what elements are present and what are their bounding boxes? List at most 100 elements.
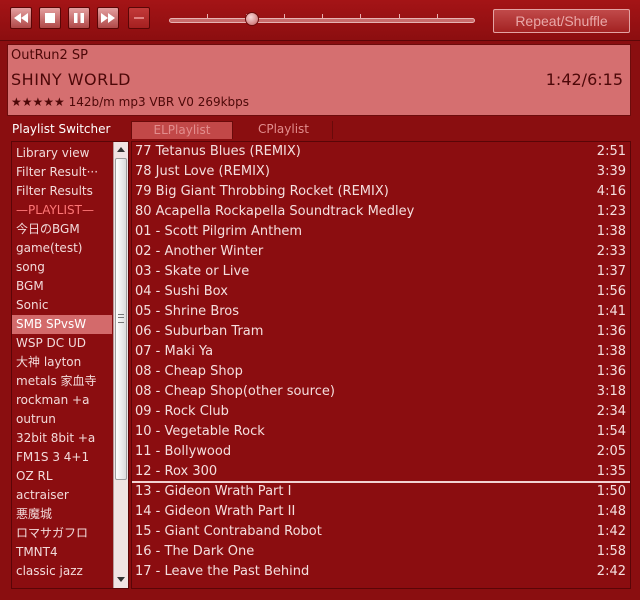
sidebar-item[interactable]: Filter Result··· [12, 163, 112, 182]
track-title: 09 - Rock Club [135, 404, 229, 419]
now-playing-time: 1:42/6:15 [545, 70, 623, 89]
track-row[interactable]: 11 - Bollywood 2:05 [132, 442, 630, 462]
sidebar-item[interactable]: WSP DC UD [12, 334, 112, 353]
track-row[interactable]: 14 - Gideon Wrath Part II 1:48 [132, 502, 630, 522]
sidebar-item[interactable]: song [12, 258, 112, 277]
track-title: 08 - Cheap Shop(other source) [135, 384, 335, 399]
pause-icon [74, 13, 84, 23]
track-row[interactable]: 08 - Cheap Shop 1:36 [132, 362, 630, 382]
track-title: 13 - Gideon Wrath Part I [135, 484, 292, 499]
track-duration: 1:36 [596, 324, 626, 339]
track-row[interactable]: 04 - Sushi Box 1:56 [132, 282, 630, 302]
track-duration: 1:35 [596, 464, 626, 479]
sidebar-item[interactable]: rockman +a [12, 391, 112, 410]
track-title: 79 Big Giant Throbbing Rocket (REMIX) [135, 184, 389, 199]
track-title: 12 - Rox 300 [135, 464, 218, 479]
scroll-down-icon[interactable] [116, 575, 126, 583]
sidebar-scrollbar[interactable] [113, 142, 128, 588]
track-duration: 1:36 [596, 364, 626, 379]
rewind-button[interactable] [10, 7, 32, 29]
record-icon [134, 17, 144, 19]
track-row[interactable]: 07 - Maki Ya 1:38 [132, 342, 630, 362]
track-title: 17 - Leave the Past Behind [135, 564, 310, 579]
sidebar-item[interactable]: ロマサガフロ [12, 524, 112, 543]
track-duration: 1:48 [596, 504, 626, 519]
sidebar-item[interactable]: SMB SPvsW [12, 315, 112, 334]
sidebar-item[interactable]: OZ RL [12, 467, 112, 486]
seek-bar[interactable] [169, 18, 475, 23]
track-title: 78 Just Love (REMIX) [135, 164, 270, 179]
stop-button[interactable] [39, 7, 61, 29]
track-title: 02 - Another Winter [135, 244, 264, 259]
track-row[interactable]: 80 Acapella Rockapella Soundtrack Medley… [132, 202, 630, 222]
track-title: 77 Tetanus Blues (REMIX) [135, 144, 301, 159]
sidebar-item[interactable]: classic jazz [12, 562, 112, 581]
sidebar-item[interactable]: 悪魔城 [12, 505, 112, 524]
track-duration: 2:42 [596, 564, 626, 579]
track-title: 03 - Skate or Live [135, 264, 250, 279]
scroll-up-icon[interactable] [116, 146, 126, 154]
track-row[interactable]: 10 - Vegetable Rock 1:54 [132, 422, 630, 442]
track-duration: 1:37 [596, 264, 626, 279]
track-row[interactable]: 08 - Cheap Shop(other source) 3:18 [132, 382, 630, 402]
record-button[interactable] [128, 7, 150, 29]
track-title: 08 - Cheap Shop [135, 364, 243, 379]
now-playing-info: ★★★★★ 142b/m mp3 VBR V0 269kbps [11, 95, 249, 109]
track-title: 07 - Maki Ya [135, 344, 214, 359]
grip-icon [118, 314, 124, 323]
track-row[interactable]: 16 - The Dark One 1:58 [132, 542, 630, 562]
track-row[interactable]: 77 Tetanus Blues (REMIX) 2:51 [132, 142, 630, 162]
track-duration: 1:42 [596, 524, 626, 539]
sidebar-item[interactable]: 大神 layton [12, 353, 112, 372]
track-duration: 4:16 [596, 184, 626, 199]
pause-button[interactable] [68, 7, 90, 29]
sidebar-item[interactable]: outrun [12, 410, 112, 429]
seek-thumb[interactable] [245, 12, 259, 26]
track-title: 80 Acapella Rockapella Soundtrack Medley [135, 204, 415, 219]
track-row[interactable]: 79 Big Giant Throbbing Rocket (REMIX) 4:1… [132, 182, 630, 202]
track-row[interactable]: 17 - Leave the Past Behind 2:42 [132, 562, 630, 582]
track-title: 14 - Gideon Wrath Part II [135, 504, 296, 519]
sidebar-scroll-thumb[interactable] [115, 158, 127, 480]
now-playing-title: SHINY WORLD [11, 70, 131, 89]
playlist-view: 77 Tetanus Blues (REMIX) 2:51 78 Just Love… [131, 141, 631, 589]
repeat-shuffle-button[interactable]: Repeat/Shuffle [493, 9, 630, 33]
track-row[interactable]: 05 - Shrine Bros 1:41 [132, 302, 630, 322]
track-title: 11 - Bollywood [135, 444, 232, 459]
track-row[interactable]: 78 Just Love (REMIX) 3:39 [132, 162, 630, 182]
sidebar-item[interactable]: Library view [12, 144, 112, 163]
sidebar-item[interactable]: BGM [12, 277, 112, 296]
tab-cplaylist[interactable]: CPlaylist [235, 121, 333, 139]
track-title: 01 - Scott Pilgrim Anthem [135, 224, 303, 239]
track-duration: 1:23 [596, 204, 626, 219]
track-title: 15 - Giant Contraband Robot [135, 524, 322, 539]
sidebar-item[interactable]: metals 家血寺 [12, 372, 112, 391]
track-row[interactable]: 02 - Another Winter 2:33 [132, 242, 630, 262]
sidebar-item[interactable]: FM1S 3 4+1 [12, 448, 112, 467]
sidebar-separator: —PLAYLIST— [16, 203, 94, 217]
sidebar-item[interactable]: actraiser [12, 486, 112, 505]
sidebar-item[interactable]: Sonic [12, 296, 112, 315]
track-title: 05 - Shrine Bros [135, 304, 240, 319]
track-title: 04 - Sushi Box [135, 284, 228, 299]
track-row[interactable]: 09 - Rock Club 2:34 [132, 402, 630, 422]
now-playing-panel: OutRun2 SP SHINY WORLD 1:42/6:15 ★★★★★ 1… [7, 44, 631, 116]
track-duration: 1:54 [596, 424, 626, 439]
track-row[interactable]: 12 - Rox 300 1:35 [132, 462, 630, 482]
track-row[interactable]: 03 - Skate or Live 1:37 [132, 262, 630, 282]
track-row[interactable]: 13 - Gideon Wrath Part I 1:50 [132, 482, 630, 502]
track-row[interactable]: 15 - Giant Contraband Robot 1:42 [132, 522, 630, 542]
tab-elplaylist[interactable]: ELPlaylist [131, 121, 233, 139]
sidebar-item[interactable]: game(test) [12, 239, 112, 258]
fast-forward-button[interactable] [97, 7, 119, 29]
track-duration: 3:39 [596, 164, 626, 179]
sidebar-item[interactable]: Filter Results [12, 182, 112, 201]
track-duration: 1:50 [596, 484, 626, 499]
sidebar-item[interactable]: TMNT4 [12, 543, 112, 562]
sidebar-item[interactable]: 今日のBGM [12, 220, 112, 239]
track-row[interactable]: 01 - Scott Pilgrim Anthem 1:38 [132, 222, 630, 242]
track-duration: 3:18 [596, 384, 626, 399]
track-title: 06 - Suburban Tram [135, 324, 264, 339]
sidebar-item[interactable]: 32bit 8bit +a [12, 429, 112, 448]
track-row[interactable]: 06 - Suburban Tram 1:36 [132, 322, 630, 342]
